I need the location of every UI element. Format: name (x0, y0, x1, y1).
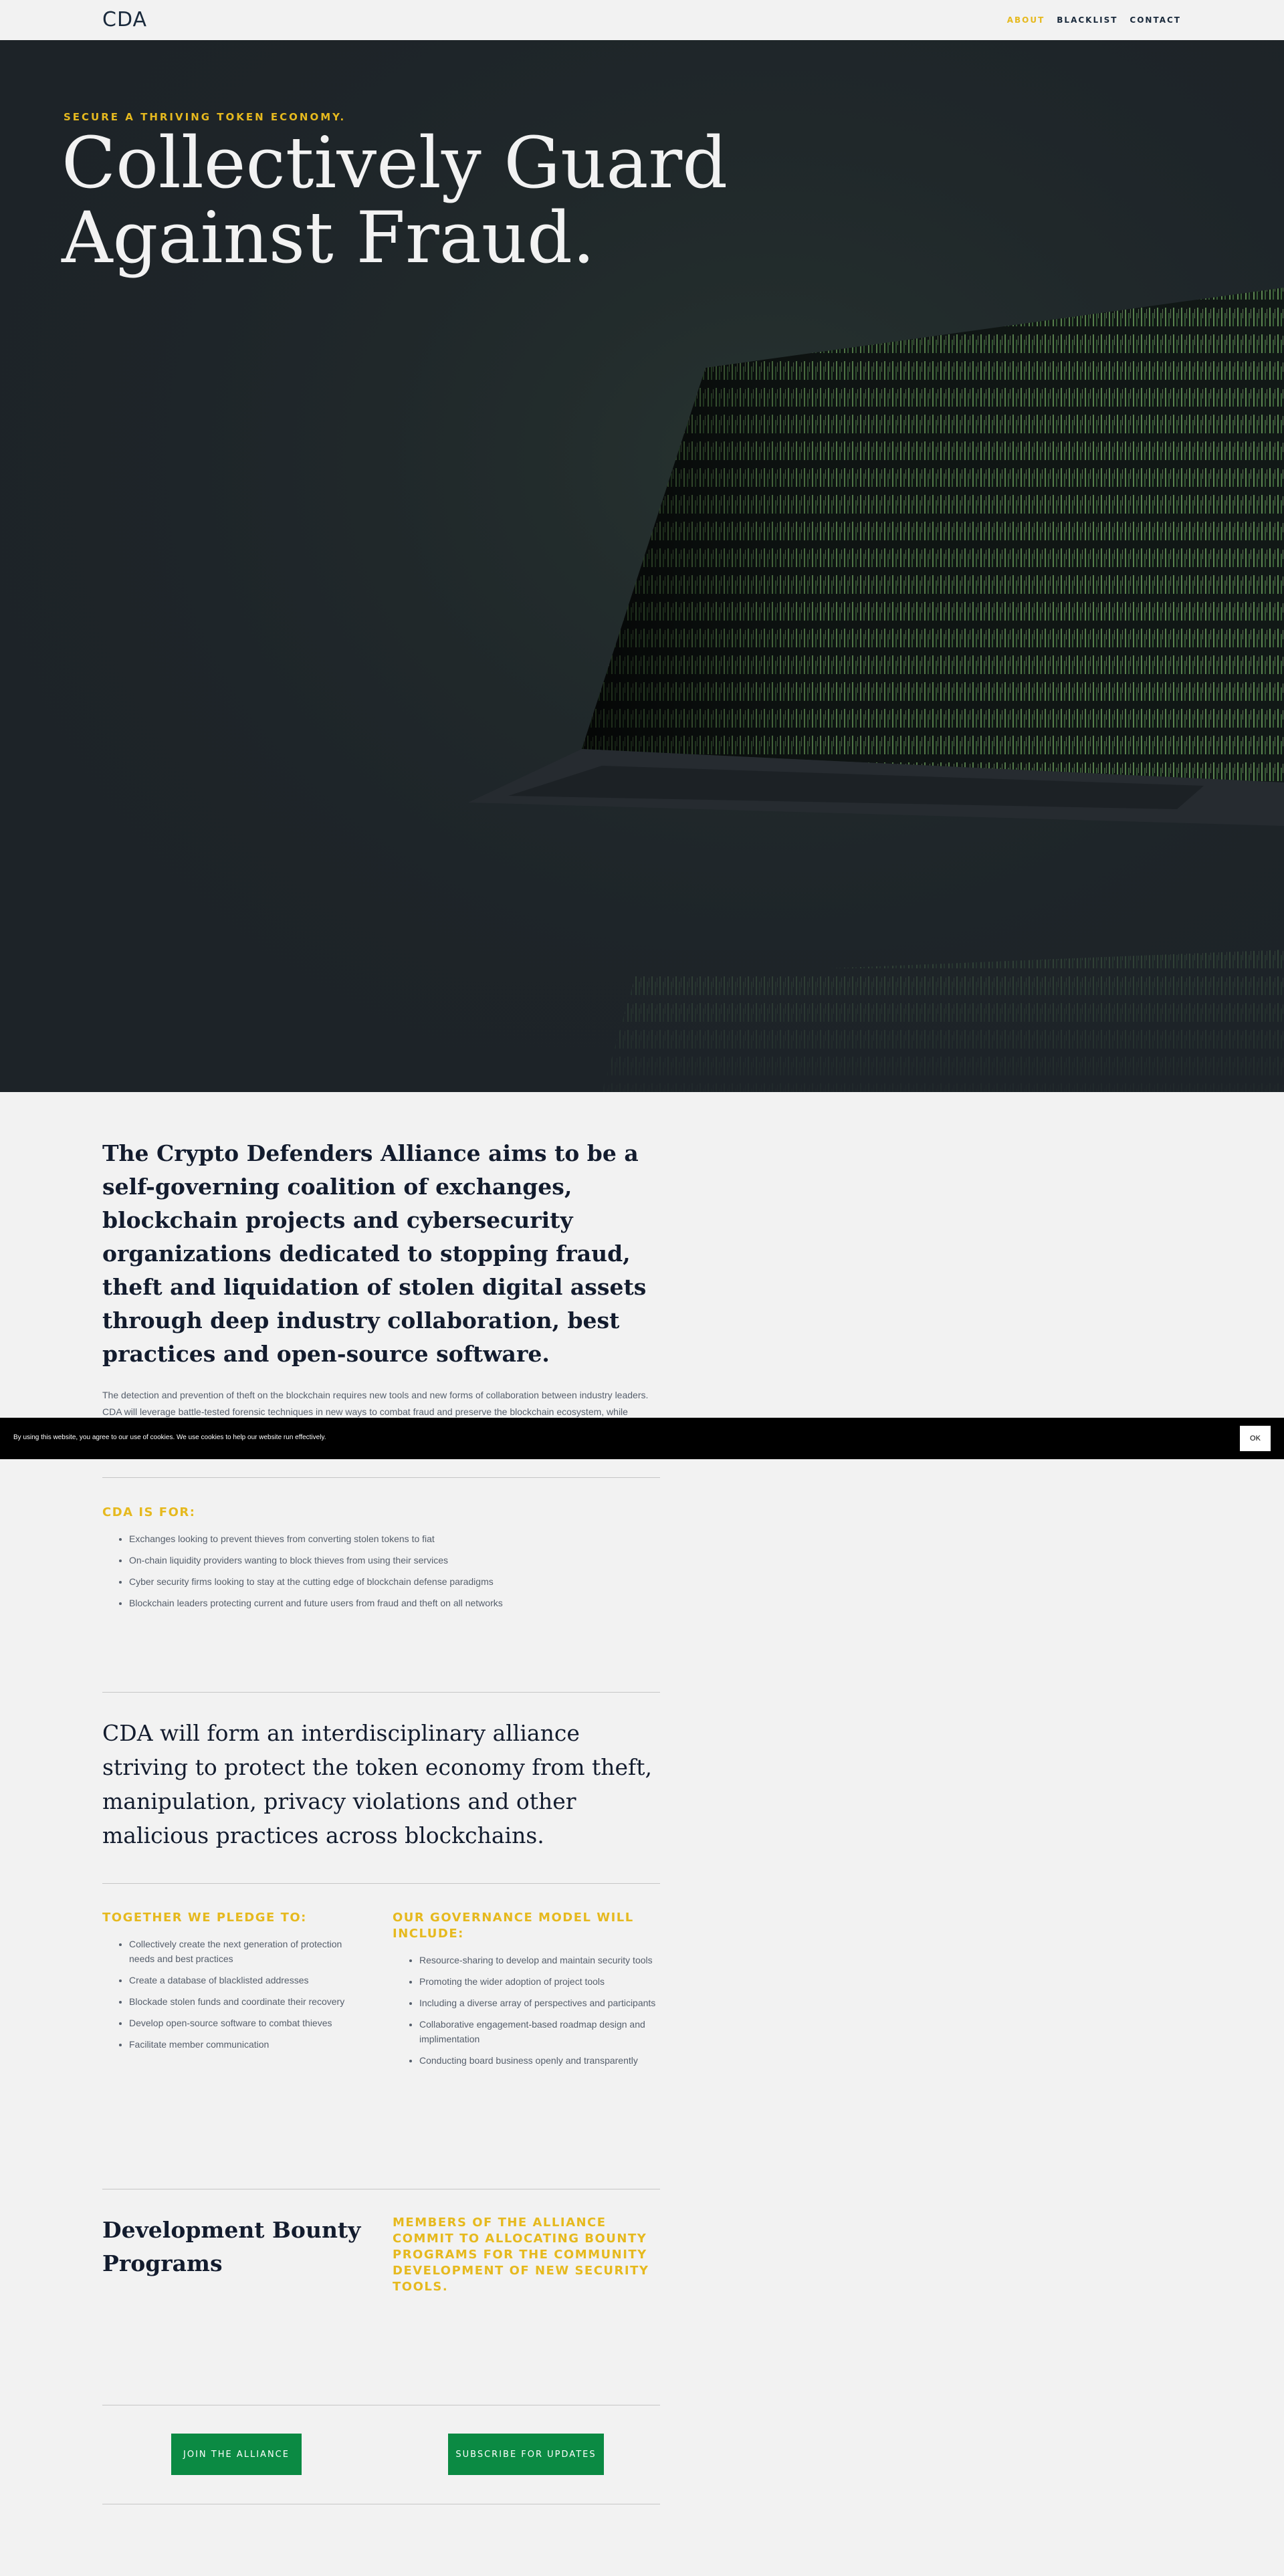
hero-title-line-2: Against Fraud. (62, 197, 595, 279)
list-item: Blockade stolen funds and coordinate the… (129, 1994, 363, 2009)
list-item: Promoting the wider adoption of project … (419, 1974, 660, 1989)
list-item: On-chain liquidity providers wanting to … (129, 1553, 660, 1568)
pledge-section: TOGETHER WE PLEDGE TO: Collectively crea… (102, 1910, 363, 2058)
list-item: Collectively create the next generation … (129, 1937, 363, 1966)
bounty-title: Development Bounty Programs (102, 2217, 361, 2276)
bounty-text-block: MEMBERS OF THE ALLIANCE COMMIT TO ALLOCA… (393, 2215, 660, 2295)
hero-title: Collectively Guard Against Fraud. (62, 126, 730, 276)
divider (102, 1692, 660, 1693)
main-nav: ABOUT BLACKLIST CONTACT (1007, 15, 1181, 25)
nav-about[interactable]: ABOUT (1007, 15, 1045, 25)
nav-blacklist[interactable]: BLACKLIST (1057, 15, 1117, 25)
subscribe-button[interactable]: SUBSCRIBE FOR UPDATES (448, 2434, 604, 2475)
alliance-statement: CDA will form an interdisciplinary allia… (102, 1720, 653, 1848)
divider (102, 1883, 660, 1884)
hero-title-line-1: Collectively Guard (62, 122, 728, 204)
governance-heading: OUR GOVERNANCE MODEL WILL INCLUDE: (393, 1911, 634, 1941)
list-item: Collaborative engagement-based roadmap d… (419, 2017, 660, 2046)
join-alliance-button[interactable]: JOIN THE ALLIANCE (171, 2434, 302, 2475)
cda-for-list: Exchanges looking to prevent thieves fro… (102, 1531, 660, 1610)
cookie-text: By using this website, you agree to our … (13, 1434, 326, 1441)
bounty-text: MEMBERS OF THE ALLIANCE COMMIT TO ALLOCA… (393, 2216, 649, 2294)
hero-section: SECURE A THRIVING TOKEN ECONOMY. Collect… (0, 40, 1284, 1092)
list-item: Facilitate member communication (129, 2037, 363, 2052)
cookie-banner: By using this website, you agree to our … (0, 1418, 1284, 1459)
nav-contact[interactable]: CONTACT (1130, 15, 1181, 25)
list-item: Including a diverse array of perspective… (419, 1996, 660, 2010)
list-item: Blockchain leaders protecting current an… (129, 1596, 660, 1610)
bounty-title-block: Development Bounty Programs (102, 2214, 363, 2280)
list-item: Conducting board business openly and tra… (419, 2053, 660, 2068)
cookie-ok-button[interactable]: OK (1240, 1426, 1271, 1451)
list-item: Exchanges looking to prevent thieves fro… (129, 1531, 660, 1546)
list-item: Create a database of blacklisted address… (129, 1973, 363, 1988)
list-item: Cyber security firms looking to stay at … (129, 1574, 660, 1589)
intro-section: The Crypto Defenders Alliance aims to be… (102, 1137, 660, 1437)
list-item: Develop open-source software to combat t… (129, 2016, 363, 2030)
governance-section: OUR GOVERNANCE MODEL WILL INCLUDE: Resou… (393, 1910, 660, 2074)
cda-for-heading: CDA IS FOR: (102, 1505, 196, 1519)
governance-list: Resource-sharing to develop and maintain… (393, 1953, 660, 2068)
list-item: Resource-sharing to develop and maintain… (419, 1953, 660, 1967)
mission-statement: The Crypto Defenders Alliance aims to be… (102, 1140, 647, 1367)
site-logo[interactable]: CDA (102, 8, 147, 31)
pledge-heading: TOGETHER WE PLEDGE TO: (102, 1911, 307, 1925)
site-header: CDA ABOUT BLACKLIST CONTACT (0, 0, 1284, 40)
pledge-list: Collectively create the next generation … (102, 1937, 363, 2052)
divider (102, 1477, 660, 1478)
cda-for-section: CDA IS FOR: Exchanges looking to prevent… (102, 1505, 660, 1617)
alliance-statement-section: CDA will form an interdisciplinary allia… (102, 1716, 660, 1852)
